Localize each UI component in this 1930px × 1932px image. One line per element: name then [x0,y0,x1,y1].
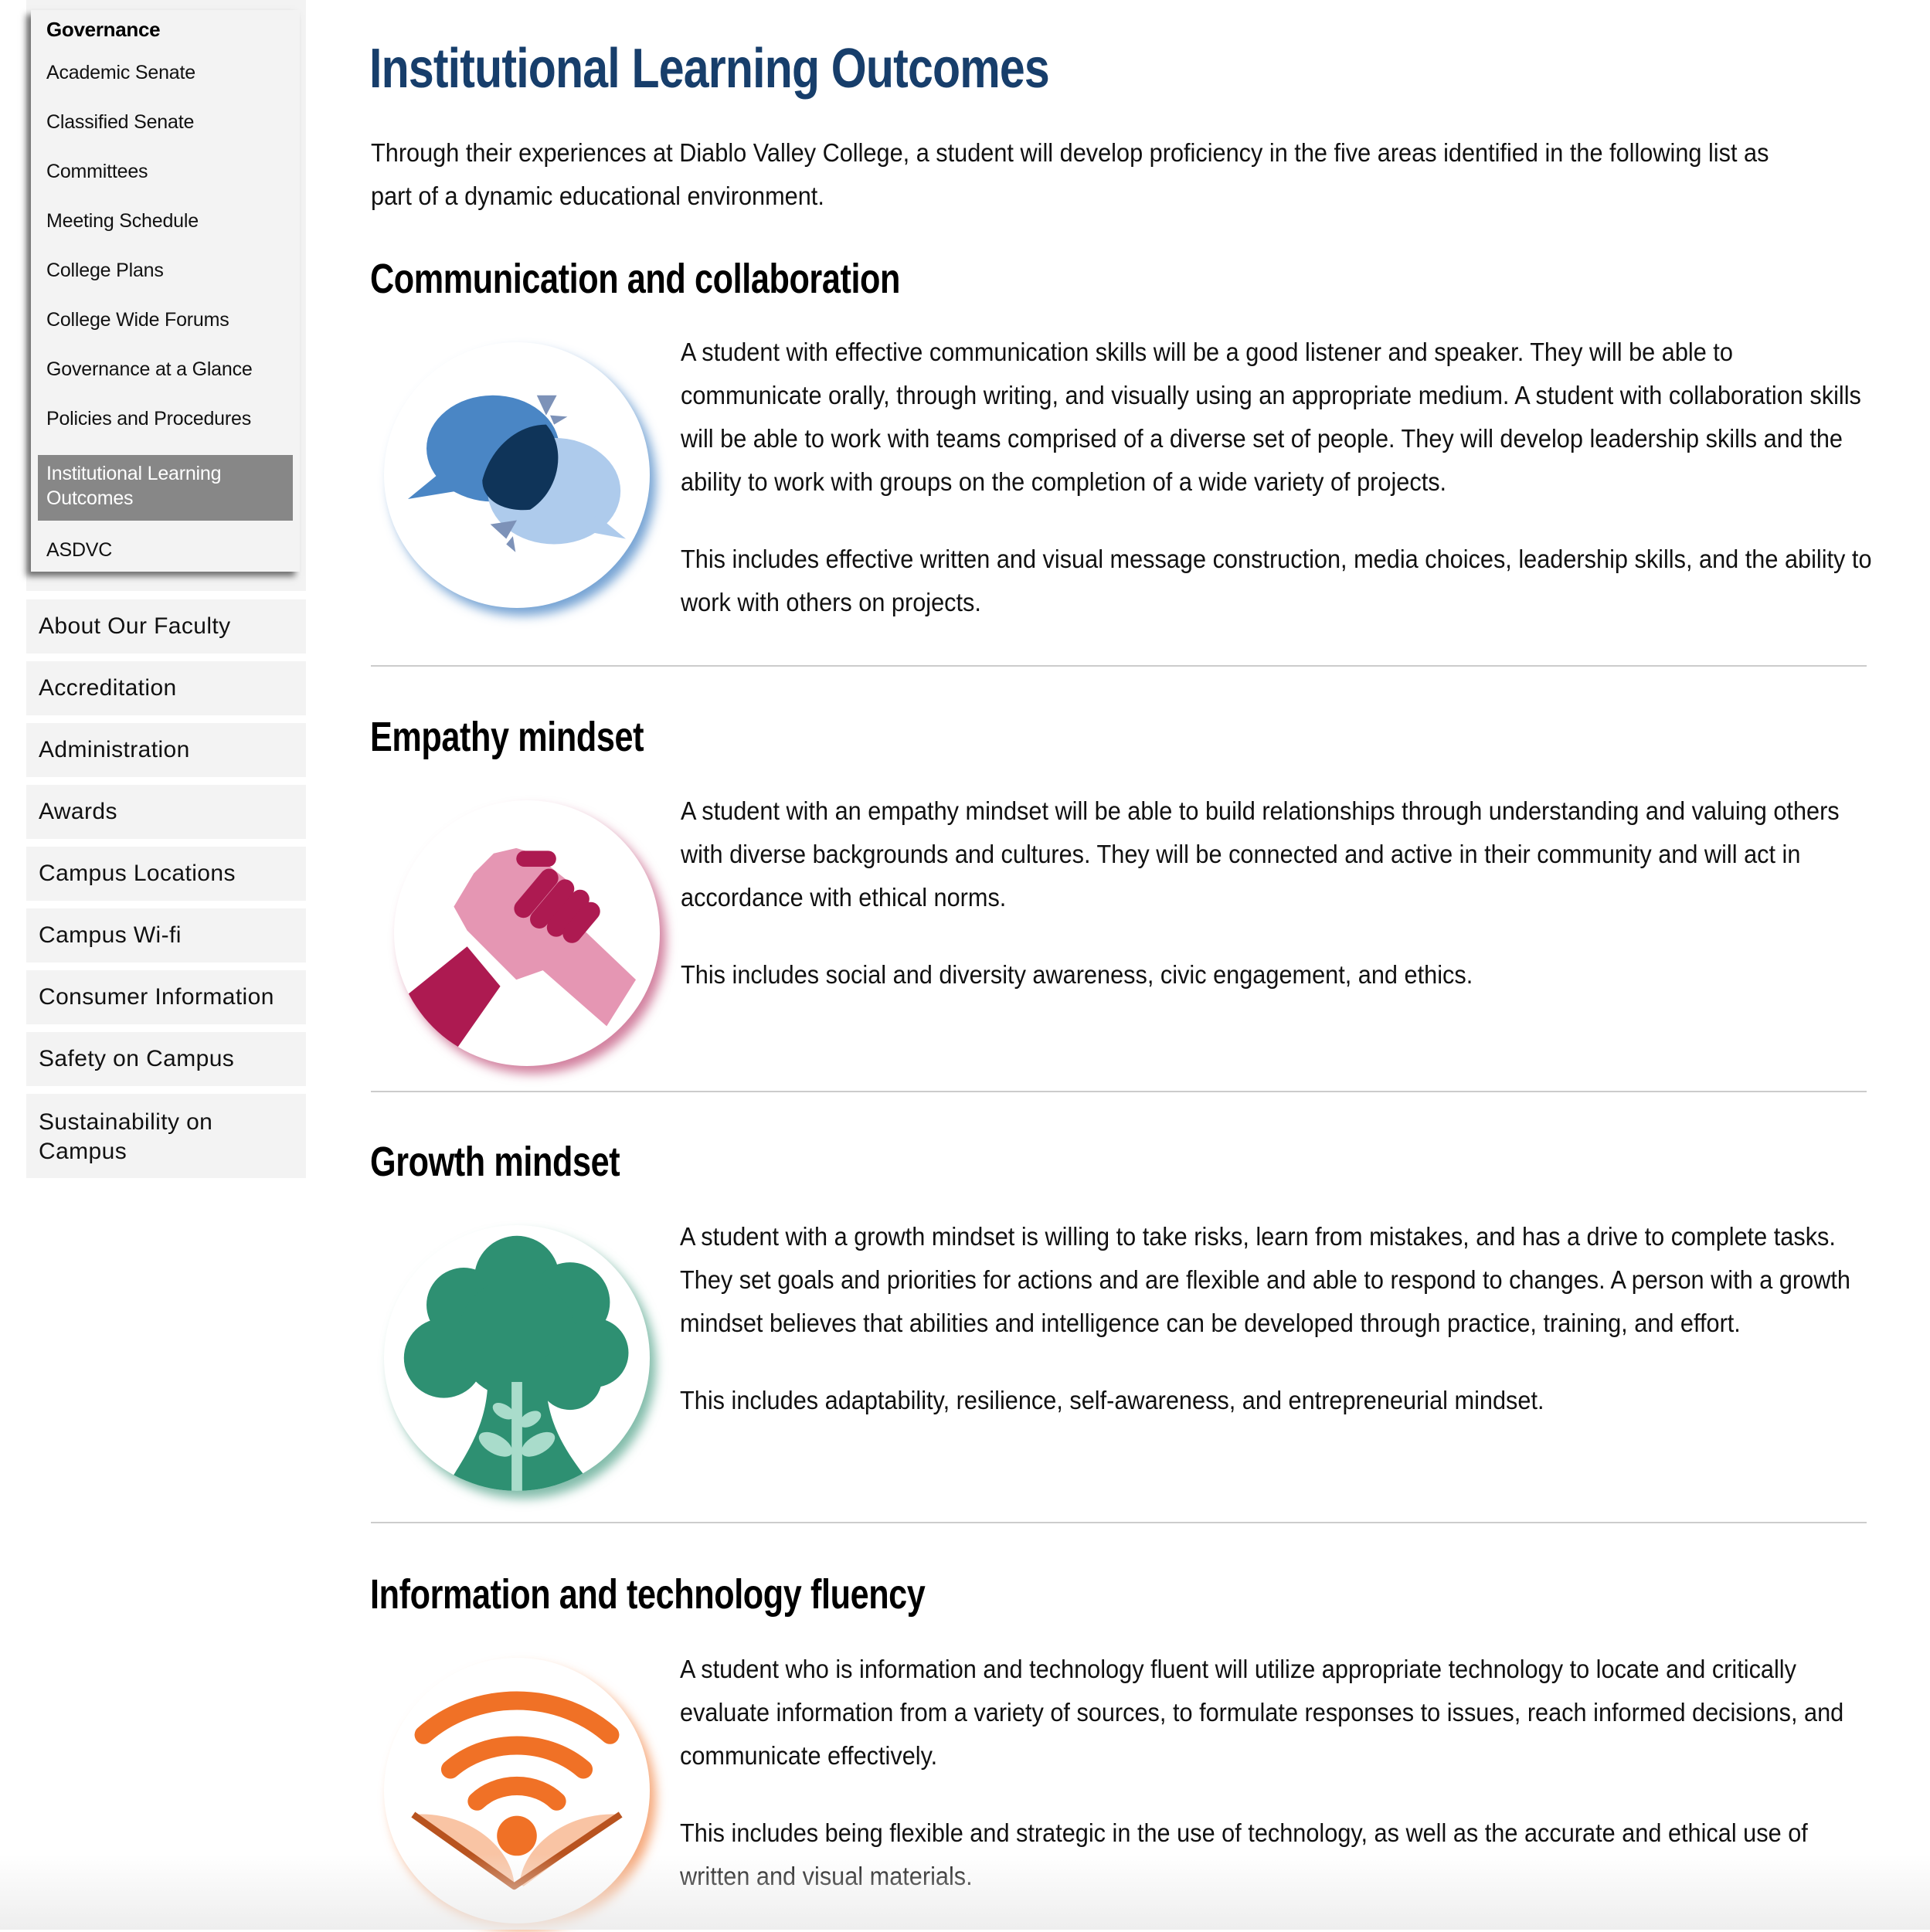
sidebar-item-sustainability-on-campus[interactable]: Sustainability on Campus [26,1094,306,1178]
sidebar-item-label: Sustainability on Campus [39,1109,213,1164]
section-divider [371,1522,1867,1523]
section-includes: This includes adaptability, resilience, … [680,1386,1544,1414]
governance-submenu: Governance Academic Senate Classified Se… [31,10,300,572]
sidebar-item-meeting-schedule[interactable]: Meeting Schedule [46,210,199,233]
section-heading: Growth mindset [370,1139,620,1185]
speech-bubbles-icon [384,342,650,608]
sidebar-item-about-our-faculty[interactable]: About Our Faculty [26,599,306,654]
wifi-book-icon [384,1658,650,1924]
section-description: A student with a growth mindset is willi… [680,1222,1850,1337]
sidebar-item-asdvc[interactable]: ASDVC [46,539,112,562]
sidebar-item-institutional-learning-outcomes[interactable]: Institutional Learning Outcomes [38,455,293,521]
sidebar-item-academic-senate[interactable]: Academic Senate [46,62,195,84]
section-heading: Empathy mindset [370,714,644,760]
sidebar-item-committees[interactable]: Committees [46,161,148,183]
sidebar-item-campus-locations[interactable]: Campus Locations [26,847,306,901]
section-includes: This includes effective written and visu… [681,545,1872,616]
section-body: A student who is information and technol… [680,1648,1873,1932]
section-includes: This includes being flexible and strateg… [680,1818,1808,1890]
sidebar-item-consumer-information[interactable]: Consumer Information [26,970,306,1024]
sidebar-governance-header[interactable]: Governance [46,18,161,42]
clasped-hands-icon [394,800,660,1066]
section-body: A student with an empathy mindset will b… [681,789,1874,1031]
section-body: A student with effective communication s… [681,331,1874,658]
sidebar-item-administration[interactable]: Administration [26,723,306,777]
sidebar-item-awards[interactable]: Awards [26,785,306,839]
section-divider [371,1091,1867,1092]
section-description: A student with an empathy mindset will b… [681,796,1840,912]
page-title: Institutional Learning Outcomes [369,38,1050,100]
sidebar-item-college-plans[interactable]: College Plans [46,260,164,282]
intro-paragraph: Through their experiences at Diablo Vall… [371,138,1769,210]
section-divider [371,665,1867,667]
sidebar-item-policies-and-procedures[interactable]: Policies and Procedures [46,408,251,430]
sidebar-item-accreditation[interactable]: Accreditation [26,661,306,715]
tree-sprout-icon [384,1225,650,1491]
sidebar-item-campus-wifi[interactable]: Campus Wi-fi [26,908,306,963]
sidebar-item-safety-on-campus[interactable]: Safety on Campus [26,1032,306,1086]
sidebar-item-classified-senate[interactable]: Classified Senate [46,111,194,134]
section-heading: Communication and collaboration [370,256,901,302]
section-description: A student with effective communication s… [681,338,1861,496]
sidebar-item-governance-at-a-glance[interactable]: Governance at a Glance [46,358,253,381]
section-heading: Information and technology fluency [370,1571,926,1618]
sidebar-item-college-wide-forums[interactable]: College Wide Forums [46,309,229,331]
section-description: A student who is information and technol… [680,1655,1844,1770]
section-body: A student with a growth mindset is willi… [680,1215,1873,1456]
section-includes: This includes social and diversity aware… [681,960,1473,989]
